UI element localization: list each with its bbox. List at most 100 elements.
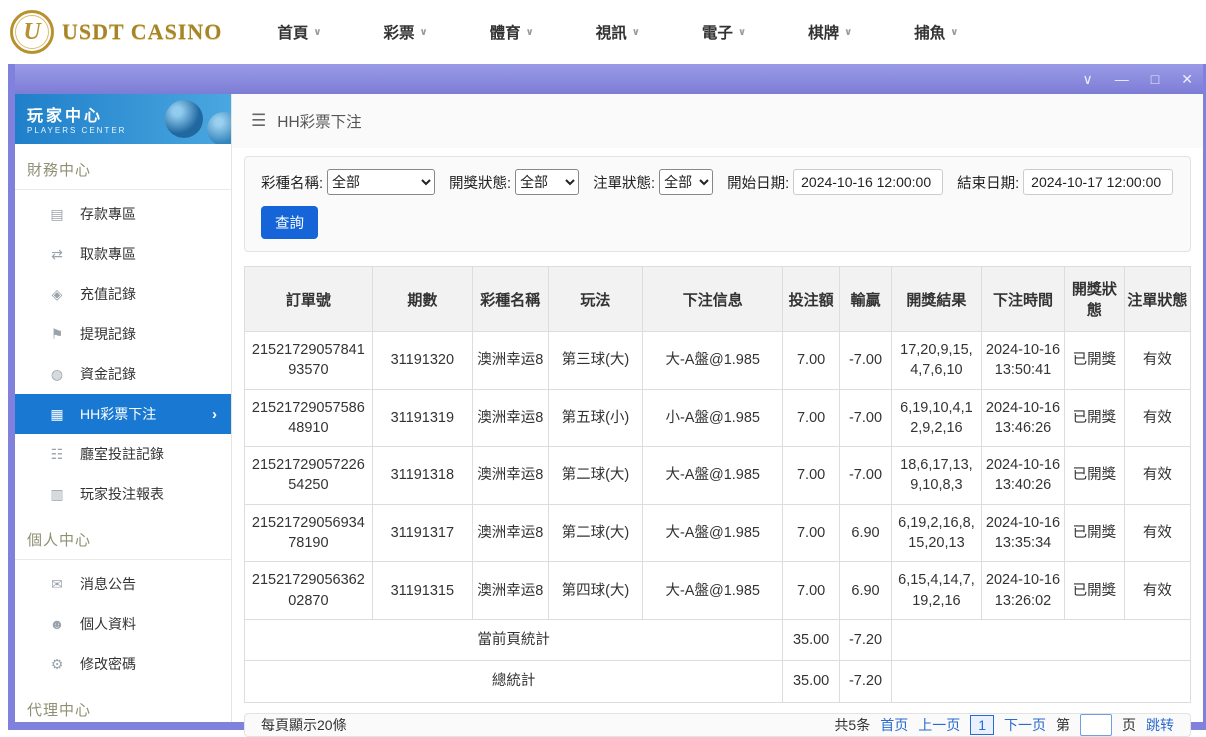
nav-label: 首頁 xyxy=(277,21,308,43)
lottery-name-select[interactable]: 全部 xyxy=(327,169,435,195)
page-jump-input[interactable] xyxy=(1080,714,1112,736)
user-icon: ☻ xyxy=(49,616,65,632)
cell-time: 2024-10-16 13:40:26 xyxy=(981,447,1064,505)
page-summary-amount: 35.00 xyxy=(783,619,840,660)
table-row: 2152172905693478190 31191317 澳洲幸运8 第二球(大… xyxy=(245,504,1191,562)
collapse-icon[interactable]: ∨ xyxy=(1083,72,1093,86)
col-header-draw-status: 開獎狀態 xyxy=(1065,267,1125,332)
current-page-button[interactable]: 1 xyxy=(970,715,994,735)
sidebar-item-label: 個人資料 xyxy=(80,614,136,634)
sidebar-item-withdraw[interactable]: ⇄ 取款專區 xyxy=(15,234,231,274)
cell-play: 第五球(小) xyxy=(548,389,643,447)
cell-bet-info: 大-A盤@1.985 xyxy=(643,504,783,562)
maximize-icon[interactable]: □ xyxy=(1151,72,1159,86)
cell-result: 6,15,4,14,7,19,2,16 xyxy=(892,562,982,620)
sidebar-item-announcements[interactable]: ✉ 消息公告 xyxy=(15,564,231,604)
sidebar-decoration xyxy=(207,112,231,144)
nav-label: 體育 xyxy=(490,21,521,43)
nav-item-cards[interactable]: 棋牌 ∨ xyxy=(808,21,852,43)
cell-order-status: 有效 xyxy=(1124,504,1190,562)
col-header-play: 玩法 xyxy=(548,267,643,332)
cell-order: 2152172905693478190 xyxy=(245,504,373,562)
sidebar-item-bet-report[interactable]: ▥ 玩家投注報表 xyxy=(15,474,231,514)
filter-panel: 彩種名稱: 全部 開獎狀態: 全部 注單狀態: 全部 開始日期: 結束日期: xyxy=(244,156,1191,252)
cell-time: 2024-10-16 13:35:34 xyxy=(981,504,1064,562)
prev-page-link[interactable]: 上一页 xyxy=(918,715,960,735)
grand-summary-empty xyxy=(892,661,1191,702)
section-personal: 個人中心 xyxy=(15,514,231,560)
first-page-link[interactable]: 首页 xyxy=(880,715,908,735)
cell-bet-info: 大-A盤@1.985 xyxy=(643,562,783,620)
sidebar-item-funds-record[interactable]: ◍ 資金記錄 xyxy=(15,354,231,394)
col-header-result: 開獎結果 xyxy=(892,267,982,332)
cell-time: 2024-10-16 13:46:26 xyxy=(981,389,1064,447)
page-summary-empty xyxy=(892,619,1191,660)
nav-item-sports[interactable]: 體育 ∨ xyxy=(490,21,534,43)
nav-label: 棋牌 xyxy=(808,21,839,43)
table-row: 2152172905722654250 31191318 澳洲幸运8 第二球(大… xyxy=(245,447,1191,505)
nav-item-fishing[interactable]: 捕魚 ∨ xyxy=(914,21,958,43)
grand-summary-label: 總統計 xyxy=(245,661,783,702)
page-suffix-text: 页 xyxy=(1122,715,1136,735)
chevron-down-icon: ∨ xyxy=(950,27,958,38)
brand[interactable]: U USDT CASINO xyxy=(10,10,222,54)
query-button[interactable]: 查詢 xyxy=(261,206,318,239)
nav-item-live[interactable]: 視訊 ∨ xyxy=(596,21,640,43)
sidebar-item-label: 消息公告 xyxy=(80,574,136,594)
nav-item-home[interactable]: 首頁 ∨ xyxy=(277,21,321,43)
sidebar-item-label: 廳室投註記錄 xyxy=(80,444,164,464)
cell-period: 31191319 xyxy=(372,389,472,447)
draw-status-select[interactable]: 全部 xyxy=(515,169,579,195)
sidebar-item-change-password[interactable]: ⚙ 修改密碼 xyxy=(15,644,231,684)
cell-order-status: 有效 xyxy=(1124,389,1190,447)
cell-winloss: -7.00 xyxy=(839,389,891,447)
next-page-link[interactable]: 下一页 xyxy=(1004,715,1046,735)
order-status-label: 注單狀態: xyxy=(593,172,655,193)
sidebar-item-profile[interactable]: ☻ 個人資料 xyxy=(15,604,231,644)
cell-order-status: 有效 xyxy=(1124,447,1190,505)
cell-order: 2152172905636202870 xyxy=(245,562,373,620)
cell-amount: 7.00 xyxy=(783,562,840,620)
cell-order-status: 有效 xyxy=(1124,562,1190,620)
withdraw-icon: ⇄ xyxy=(49,246,65,263)
cell-period: 31191320 xyxy=(372,332,472,390)
table-row: 2152172905636202870 31191315 澳洲幸运8 第四球(大… xyxy=(245,562,1191,620)
hamburger-menu-icon[interactable]: ☰ xyxy=(251,111,266,131)
sidebar-item-cashout-record[interactable]: ⚑ 提現記錄 xyxy=(15,314,231,354)
sidebar-item-deposit[interactable]: ▤ 存款專區 xyxy=(15,194,231,234)
cell-lottery: 澳洲幸运8 xyxy=(472,562,548,620)
cell-order: 2152172905758648910 xyxy=(245,389,373,447)
page-summary-label: 當前頁統計 xyxy=(245,619,783,660)
cell-amount: 7.00 xyxy=(783,447,840,505)
col-header-bet-info: 下注信息 xyxy=(643,267,783,332)
cell-period: 31191317 xyxy=(372,504,472,562)
main-nav: 首頁 ∨ 彩票 ∨ 體育 ∨ 視訊 ∨ 電子 ∨ 棋牌 ∨ 捕魚 ∨ xyxy=(277,21,958,43)
close-icon[interactable]: ✕ xyxy=(1181,72,1193,86)
cell-bet-info: 大-A盤@1.985 xyxy=(643,447,783,505)
sidebar-item-label: 充值記錄 xyxy=(80,284,136,304)
chevron-right-icon: › xyxy=(212,406,217,423)
cell-lottery: 澳洲幸运8 xyxy=(472,389,548,447)
main-content: ☰ HH彩票下注 彩種名稱: 全部 開獎狀態: 全部 注單狀態: 全部 xyxy=(232,94,1203,722)
cell-winloss: 6.90 xyxy=(839,504,891,562)
start-date-label: 開始日期: xyxy=(727,172,789,193)
order-status-select[interactable]: 全部 xyxy=(659,169,713,195)
cell-result: 6,19,2,16,8,15,20,13 xyxy=(892,504,982,562)
end-date-input[interactable] xyxy=(1023,169,1173,195)
sidebar-item-hall-bet-record[interactable]: ☷ 廳室投註記錄 xyxy=(15,434,231,474)
report-icon: ▥ xyxy=(49,486,65,503)
nav-item-lottery[interactable]: 彩票 ∨ xyxy=(384,21,428,43)
cell-lottery: 澳洲幸运8 xyxy=(472,332,548,390)
cell-winloss: -7.00 xyxy=(839,332,891,390)
nav-item-slots[interactable]: 電子 ∨ xyxy=(702,21,746,43)
cell-play: 第二球(大) xyxy=(548,447,643,505)
minimize-icon[interactable]: — xyxy=(1115,72,1129,86)
start-date-input[interactable] xyxy=(793,169,943,195)
sidebar-decoration xyxy=(165,100,203,138)
chevron-down-icon: ∨ xyxy=(844,27,852,38)
sidebar-item-recharge-record[interactable]: ◈ 充值記錄 xyxy=(15,274,231,314)
jump-link[interactable]: 跳转 xyxy=(1146,715,1174,735)
grand-summary-row: 總統計 35.00 -7.20 xyxy=(245,661,1191,702)
sidebar-item-hh-lottery-bets[interactable]: ▦ HH彩票下注 › xyxy=(15,394,231,434)
sidebar-item-label: 存款專區 xyxy=(80,204,136,224)
